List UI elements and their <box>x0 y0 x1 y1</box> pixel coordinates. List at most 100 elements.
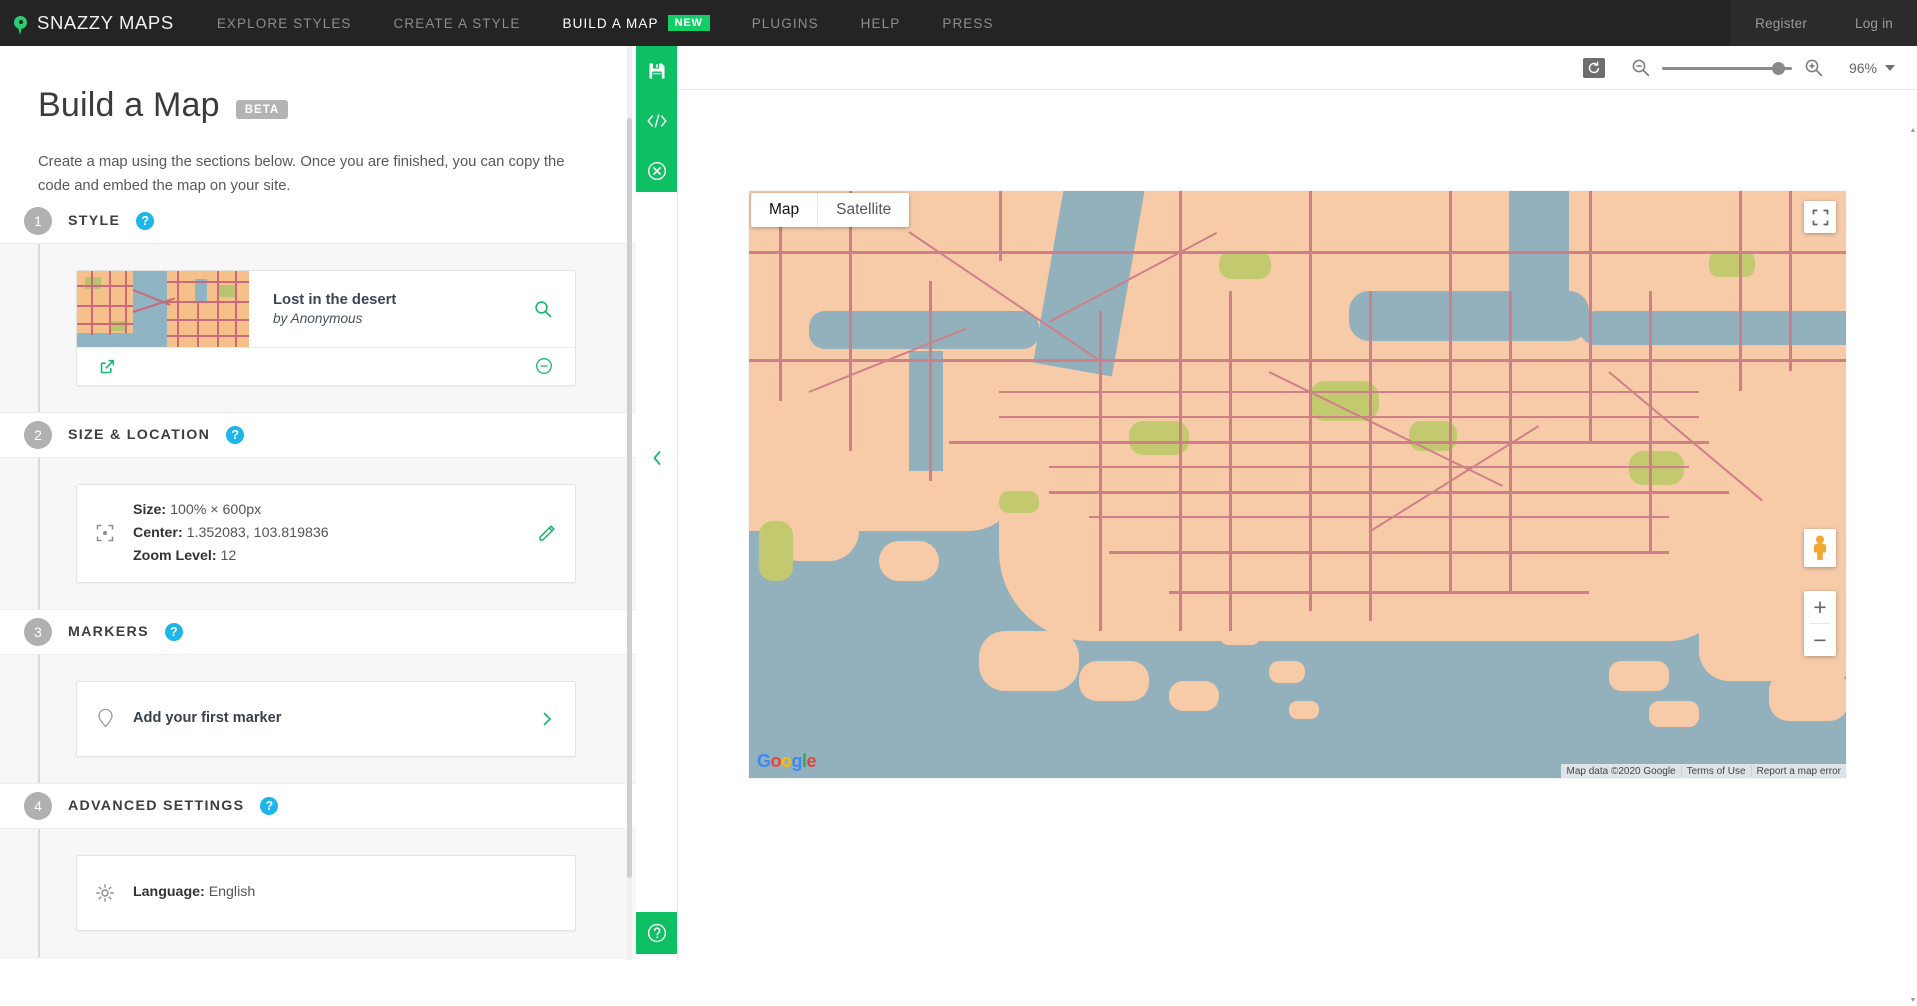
search-icon <box>534 300 552 318</box>
minus-circle-icon <box>535 357 553 375</box>
page-description: Create a map using the sections below. O… <box>38 151 578 199</box>
close-map-button[interactable] <box>636 146 678 196</box>
help-icon[interactable]: ? <box>165 623 183 641</box>
style-author: by Anonymous <box>273 311 396 326</box>
zoom-level-selector[interactable]: 96% <box>1849 60 1895 76</box>
beta-badge: BETA <box>236 100 288 119</box>
nav-label: PLUGINS <box>752 16 819 31</box>
nav-label: Log in <box>1855 16 1893 31</box>
zoom-out-button[interactable] <box>1631 58 1650 77</box>
nav-create-a-style[interactable]: CREATE A STYLE <box>373 0 542 46</box>
terms-of-use-link[interactable]: Terms of Use <box>1681 766 1751 777</box>
view-code-button[interactable] <box>636 96 678 146</box>
fullscreen-icon <box>1812 209 1829 226</box>
language-label: Language: <box>133 884 205 900</box>
section-title: MARKERS <box>68 624 149 640</box>
map-type-satellite[interactable]: Satellite <box>818 193 909 227</box>
add-marker-body: Add your first marker <box>133 693 519 745</box>
section-title: STYLE <box>68 213 120 229</box>
zoom-level-value: 12 <box>221 548 237 564</box>
reset-zoom-button[interactable] <box>1583 58 1605 78</box>
style-thumbnail <box>77 271 249 347</box>
nav-press[interactable]: PRESS <box>921 0 1014 46</box>
zoom-out-icon <box>1631 58 1650 77</box>
timeline-rail <box>38 458 40 609</box>
nav-register[interactable]: Register <box>1731 0 1831 46</box>
help-icon[interactable]: ? <box>136 212 154 230</box>
panel-scrollbar-thumb[interactable] <box>627 118 632 878</box>
remove-style-button[interactable] <box>535 357 553 375</box>
timeline-rail <box>38 244 40 412</box>
map-zoom-in-button[interactable]: + <box>1804 591 1836 623</box>
nav-label: EXPLORE STYLES <box>217 16 352 31</box>
reset-icon <box>1587 61 1601 75</box>
advanced-settings-row: Language: English <box>77 856 575 930</box>
section-style-header: 1 STYLE ? <box>0 199 636 243</box>
map-preview-area: 96% <box>678 46 1917 960</box>
map-zoom-out-button[interactable]: − <box>1804 624 1836 656</box>
code-icon <box>645 112 669 130</box>
scroll-down-arrow[interactable]: ▼ <box>1910 996 1916 1004</box>
street-view-pegman-button[interactable] <box>1804 529 1836 567</box>
brand-logo[interactable]: SNAZZY MAPS <box>0 0 196 46</box>
fullscreen-button[interactable] <box>1804 201 1836 233</box>
add-marker-chevron-button[interactable] <box>519 712 575 726</box>
open-style-button[interactable] <box>99 358 116 375</box>
nav-help[interactable]: HELP <box>840 0 922 46</box>
zoom-slider-handle[interactable] <box>1772 62 1785 75</box>
section-size-location-header: 2 SIZE & LOCATION ? <box>0 413 636 457</box>
center-label: Center: <box>133 525 183 541</box>
question-circle-icon <box>647 923 667 943</box>
map-canvas[interactable]: Map Satellite + − <box>749 191 1846 778</box>
section-style: 1 STYLE ? <box>0 199 636 413</box>
nav-login[interactable]: Log in <box>1831 0 1917 46</box>
map-type-map[interactable]: Map <box>751 193 818 227</box>
section-title: ADVANCED SETTINGS <box>68 798 244 814</box>
advanced-settings-card: Language: English <box>76 855 576 931</box>
main-navigation: EXPLORE STYLES CREATE A STYLE BUILD A MA… <box>196 0 1015 46</box>
style-name: Lost in the desert <box>273 292 396 308</box>
size-location-card: Size: 100% × 600px Center: 1.352083, 103… <box>76 484 576 583</box>
pencil-icon <box>538 524 556 542</box>
zoom-slider[interactable] <box>1662 58 1792 78</box>
top-navbar: SNAZZY MAPS EXPLORE STYLES CREATE A STYL… <box>0 0 1917 46</box>
save-icon <box>648 62 666 80</box>
style-card-main[interactable]: Lost in the desert by Anonymous <box>77 271 575 347</box>
style-card: Lost in the desert by Anonymous <box>76 270 576 386</box>
edit-size-location-button[interactable] <box>519 524 575 542</box>
page-title: Build a Map <box>38 86 220 125</box>
new-badge: NEW <box>668 15 710 31</box>
section-number: 1 <box>24 207 52 235</box>
section-markers: 3 MARKERS ? Add your first marker <box>0 610 636 784</box>
section-advanced-header: 4 ADVANCED SETTINGS ? <box>0 784 636 828</box>
add-marker-row[interactable]: Add your first marker <box>77 682 575 756</box>
account-navigation: Register Log in <box>1731 0 1917 46</box>
style-search-button[interactable] <box>511 271 575 347</box>
map-pin-icon <box>14 10 27 36</box>
chevron-left-icon <box>651 450 663 466</box>
collapse-panel-button[interactable] <box>636 443 678 473</box>
size-label: Size: <box>133 502 166 518</box>
nav-build-a-map[interactable]: BUILD A MAP NEW <box>541 0 730 46</box>
zoom-in-button[interactable] <box>1804 58 1823 77</box>
help-icon[interactable]: ? <box>226 426 244 444</box>
center-value: 1.352083, 103.819836 <box>187 525 329 541</box>
nav-plugins[interactable]: PLUGINS <box>731 0 840 46</box>
add-marker-label: Add your first marker <box>133 710 281 726</box>
preview-scrollbar[interactable]: ▲ ▼ <box>1910 92 1916 1006</box>
save-map-button[interactable] <box>636 46 678 96</box>
add-marker-card[interactable]: Add your first marker <box>76 681 576 757</box>
google-logo[interactable]: Google <box>757 751 816 772</box>
scroll-up-arrow[interactable]: ▲ <box>1910 126 1916 134</box>
section-title: SIZE & LOCATION <box>68 427 210 443</box>
report-map-error-link[interactable]: Report a map error <box>1751 766 1846 777</box>
gear-icon <box>77 884 133 902</box>
help-icon[interactable]: ? <box>260 797 278 815</box>
language-value: English <box>209 884 256 900</box>
nav-explore-styles[interactable]: EXPLORE STYLES <box>196 0 373 46</box>
map-data-attribution: Map data ©2020 Google <box>1561 766 1680 777</box>
nav-label: BUILD A MAP <box>562 16 658 31</box>
help-button[interactable] <box>636 912 678 954</box>
zoom-level-label: Zoom Level: <box>133 548 217 564</box>
map-type-control: Map Satellite <box>751 193 909 227</box>
